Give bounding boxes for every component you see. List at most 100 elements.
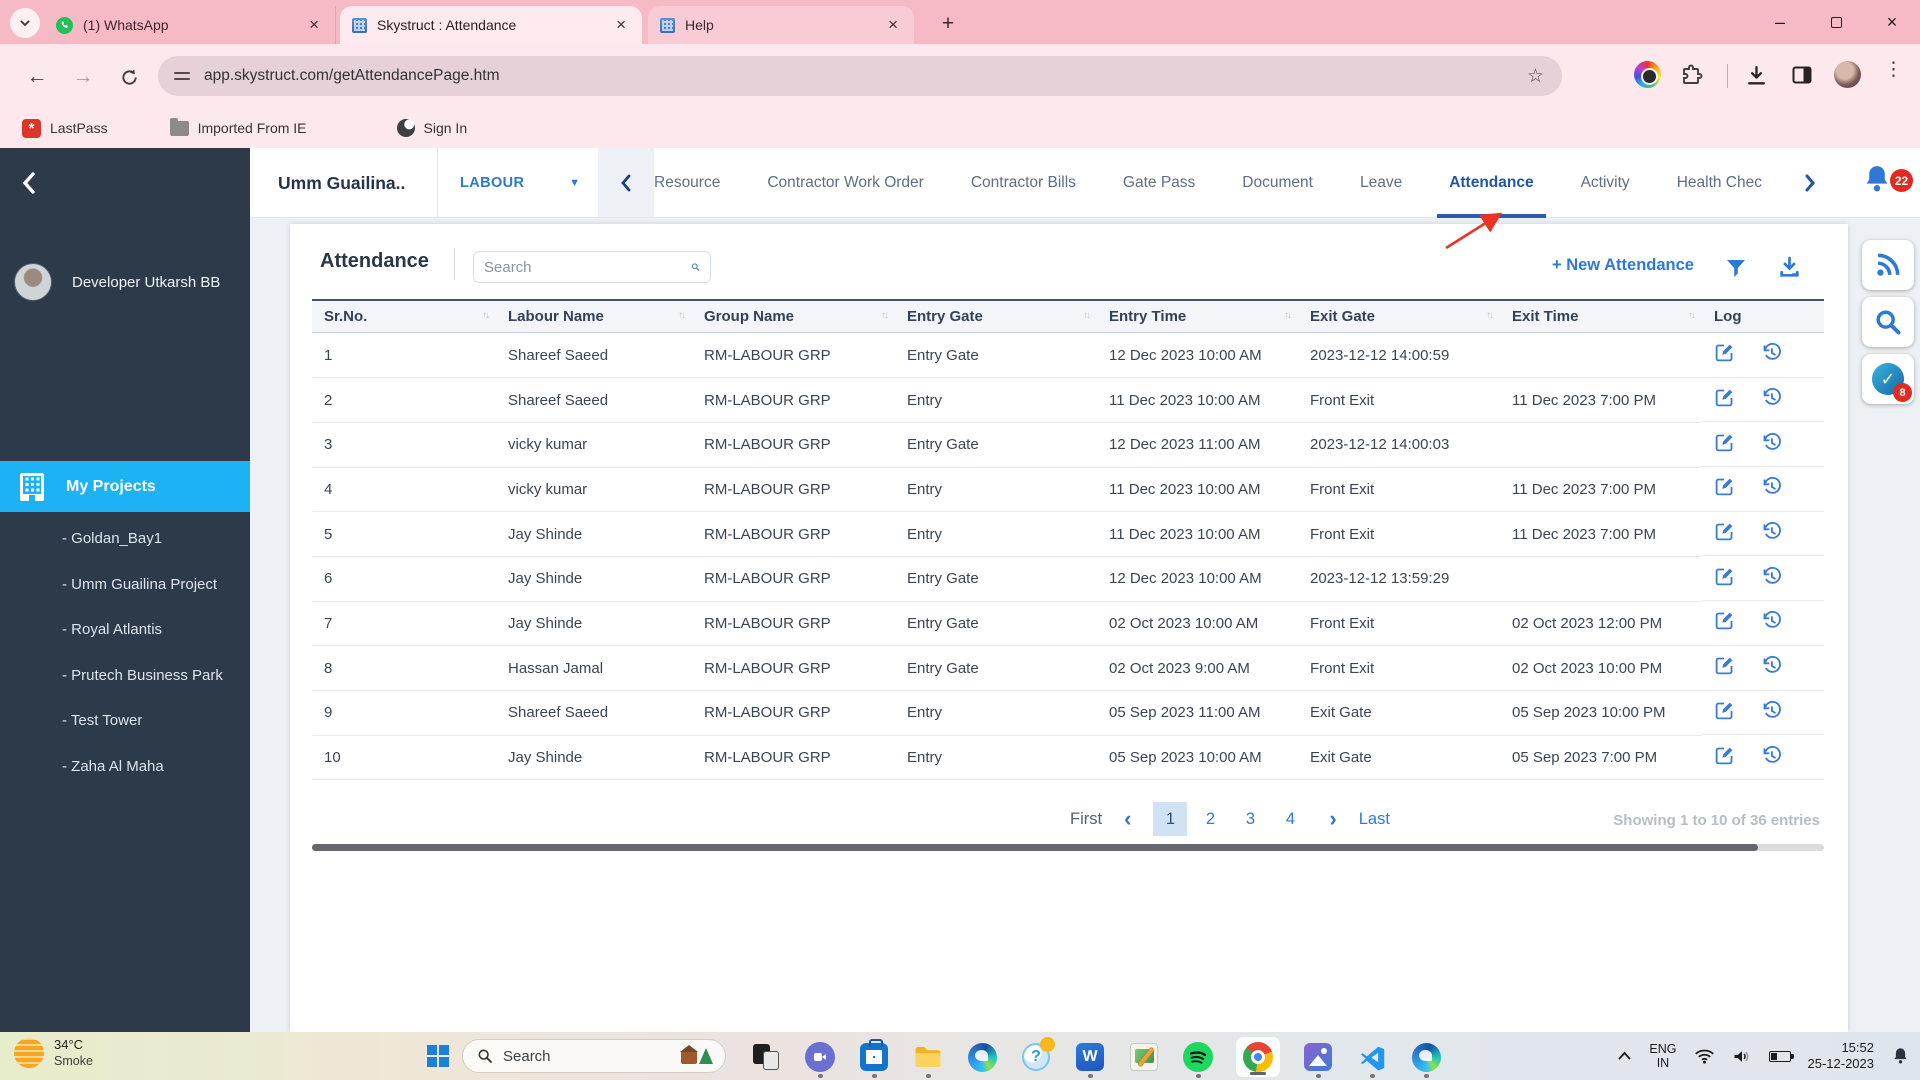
pagination-page-1[interactable]: 1 — [1153, 802, 1188, 836]
url-bar[interactable]: app.skystruct.com/getAttendancePage.htm … — [158, 56, 1562, 96]
edit-button[interactable] — [1714, 566, 1735, 591]
sort-icon[interactable]: ↑↓ — [1688, 310, 1696, 321]
extensions-puzzle-icon[interactable] — [1680, 63, 1704, 87]
history-button[interactable] — [1761, 387, 1782, 412]
tab-contractor-bills[interactable]: Contractor Bills — [971, 148, 1076, 218]
sort-icon[interactable]: ↑↓ — [1486, 310, 1494, 321]
history-button[interactable] — [1761, 745, 1782, 770]
history-button[interactable] — [1761, 432, 1782, 457]
tray-expand-icon[interactable] — [1617, 1051, 1632, 1061]
taskbar-icon-chat[interactable] — [804, 1041, 836, 1078]
language-indicator[interactable]: ENG IN — [1649, 1042, 1676, 1070]
tab-contractor-work-order[interactable]: Contractor Work Order — [767, 148, 923, 218]
history-button[interactable] — [1761, 655, 1782, 680]
column-header-exit-gate[interactable]: Exit Gate ↑↓ — [1298, 299, 1500, 333]
quick-search-button[interactable] — [1862, 297, 1914, 347]
taskbar-icon-vscode[interactable] — [1356, 1041, 1388, 1078]
taskbar-icon-image-editor[interactable] — [1128, 1041, 1160, 1073]
sidebar-project-item[interactable]: - Umm Guailina Project — [62, 562, 223, 608]
clock[interactable]: 15:52 25-12-2023 — [1808, 1040, 1875, 1072]
pagination-page-2[interactable]: 2 — [1193, 802, 1227, 836]
pagination-page-3[interactable]: 3 — [1233, 802, 1267, 836]
tray-bell-icon[interactable] — [1891, 1046, 1910, 1066]
column-header-exit-time[interactable]: Exit Time ↑↓ — [1500, 299, 1702, 333]
history-button[interactable] — [1761, 610, 1782, 635]
side-panel-button[interactable] — [1790, 63, 1814, 87]
sort-icon[interactable]: ↑↓ — [1284, 310, 1292, 321]
sidebar-user[interactable]: Developer Utkarsh BB — [0, 256, 250, 308]
tab-attendance[interactable]: Attendance — [1437, 148, 1547, 218]
export-button[interactable] — [1777, 255, 1802, 280]
taskbar-icon-edge[interactable] — [966, 1041, 998, 1073]
browser-tab-skystruct[interactable]: Skystruct : Attendance × — [340, 6, 642, 44]
column-header-group-name[interactable]: Group Name ↑↓ — [692, 299, 895, 333]
taskbar-icon-file-explorer[interactable] — [912, 1041, 944, 1078]
history-button[interactable] — [1761, 566, 1782, 591]
back-button[interactable]: ← — [22, 62, 52, 92]
tab-gate-pass[interactable]: Gate Pass — [1123, 148, 1195, 218]
maximize-button[interactable] — [1808, 0, 1864, 44]
taskbar-icon-task-view[interactable] — [750, 1041, 782, 1073]
pagination-prev-icon[interactable]: ‹ — [1124, 808, 1131, 830]
edit-button[interactable] — [1714, 521, 1735, 546]
tab-activity[interactable]: Activity — [1581, 148, 1630, 218]
sort-icon[interactable]: ↑↓ — [482, 310, 490, 321]
tab-health-chec[interactable]: Health Chec — [1677, 148, 1762, 218]
taskbar-icon-chrome-active[interactable] — [1236, 1037, 1280, 1077]
history-button[interactable] — [1761, 700, 1782, 725]
taskbar-weather-widget[interactable]: 34°C Smoke — [14, 1037, 93, 1069]
edit-button[interactable] — [1714, 745, 1735, 770]
new-attendance-button[interactable]: + New Attendance — [1552, 256, 1694, 275]
battery-icon[interactable] — [1768, 1050, 1794, 1062]
tabs-scroll-left-button[interactable] — [598, 148, 654, 217]
notifications-button[interactable]: 22 — [1862, 163, 1920, 205]
minimize-button[interactable]: – — [1752, 0, 1808, 44]
bookmark-sign-in[interactable]: Sign In — [396, 119, 467, 137]
edit-button[interactable] — [1714, 387, 1735, 412]
tab-resource[interactable]: Resource — [654, 148, 720, 218]
bookmark-star-icon[interactable]: ☆ — [1527, 65, 1544, 88]
taskbar-icon-edge-2[interactable] — [1410, 1041, 1442, 1078]
browser-menu-icon[interactable]: ⋮ — [1884, 58, 1903, 81]
edit-button[interactable] — [1714, 476, 1735, 501]
approvals-button[interactable]: ✓ 8 — [1862, 354, 1914, 404]
column-header-labour-name[interactable]: Labour Name ↑↓ — [496, 299, 692, 333]
scrollbar-thumb[interactable] — [312, 844, 1758, 851]
tab-close-icon[interactable]: × — [884, 15, 902, 35]
sidebar-project-item[interactable]: - Royal Atlantis — [62, 607, 223, 653]
search-icon[interactable] — [691, 257, 700, 277]
taskbar-icon-store[interactable] — [858, 1039, 890, 1078]
bookmark-lastpass[interactable]: * LastPass — [22, 118, 108, 138]
tabs-scroll-right-button[interactable] — [1802, 172, 1818, 194]
history-button[interactable] — [1761, 342, 1782, 367]
edit-button[interactable] — [1714, 432, 1735, 457]
sidebar-item-my-projects[interactable]: My Projects — [0, 461, 250, 512]
browser-tab-help[interactable]: Help × — [648, 6, 914, 44]
forward-button[interactable]: → — [68, 62, 98, 92]
tab-close-icon[interactable]: × — [305, 15, 323, 35]
site-info-icon[interactable] — [174, 68, 190, 84]
taskbar-icon-word[interactable]: W — [1074, 1041, 1106, 1078]
search-input[interactable] — [484, 258, 683, 276]
history-button[interactable] — [1761, 521, 1782, 546]
sidebar-project-item[interactable]: - Test Tower — [62, 698, 223, 744]
horizontal-scrollbar[interactable] — [312, 844, 1824, 851]
sidebar-project-item[interactable]: - Prutech Business Park — [62, 653, 223, 699]
pagination-last[interactable]: Last — [1359, 810, 1390, 829]
sidebar-project-item[interactable]: - Zaha Al Maha — [62, 744, 223, 790]
filter-button[interactable] — [1724, 256, 1748, 280]
extension-orb-icon[interactable] — [1634, 61, 1661, 88]
browser-tab-whatsapp[interactable]: (1) WhatsApp × — [44, 6, 336, 44]
tab-close-icon[interactable]: × — [612, 15, 630, 35]
sort-icon[interactable]: ↑↓ — [1083, 310, 1091, 321]
sidebar-collapse-button[interactable] — [18, 170, 40, 196]
reload-button[interactable] — [114, 62, 144, 92]
sort-icon[interactable]: ↑↓ — [678, 310, 686, 321]
edit-button[interactable] — [1714, 610, 1735, 635]
pagination-next-icon[interactable]: › — [1329, 808, 1336, 830]
bookmark-imported-folder[interactable]: Imported From IE — [169, 117, 307, 136]
downloads-button[interactable] — [1744, 63, 1769, 88]
browser-profile-avatar[interactable] — [1834, 61, 1861, 88]
taskbar-icon-photos[interactable] — [1302, 1041, 1334, 1078]
column-header-sr-no-[interactable]: Sr.No. ↑↓ — [312, 299, 496, 333]
